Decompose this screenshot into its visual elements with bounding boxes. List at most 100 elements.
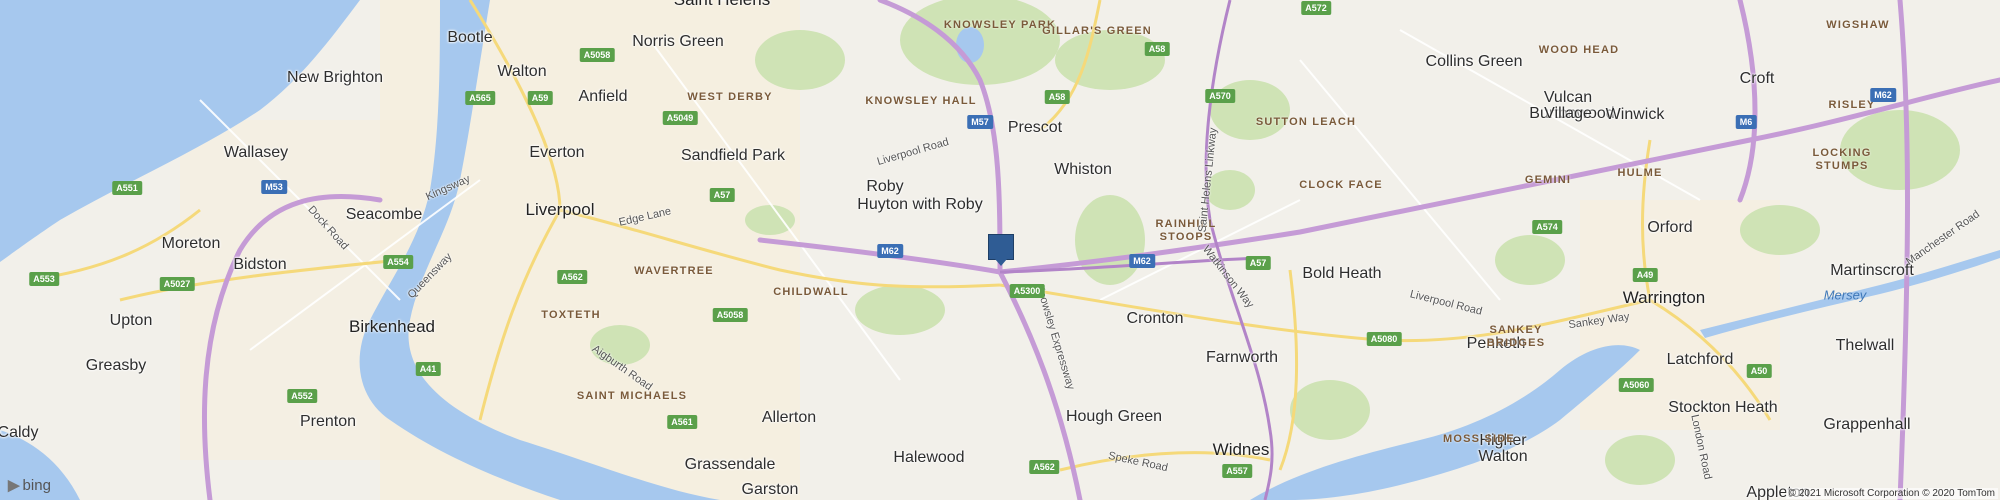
district-label: RISLEY xyxy=(1828,99,1876,111)
place-label: Winwick xyxy=(1605,106,1665,123)
road-shield: A551 xyxy=(112,181,142,195)
place-label: Cronton xyxy=(1126,310,1184,327)
road-shield: A50 xyxy=(1746,364,1772,378)
district-label: TOXTETH xyxy=(541,309,601,321)
road-shield: M62 xyxy=(1129,254,1155,268)
road-shield: A561 xyxy=(667,415,697,429)
road-shield: M6 xyxy=(1735,115,1757,129)
district-label: WOOD HEAD xyxy=(1538,44,1620,56)
place-label: Latchford xyxy=(1666,351,1734,368)
place-label: Croft xyxy=(1739,70,1775,87)
bing-logo: ▶ bing xyxy=(8,476,51,495)
road-shield: A49 xyxy=(1632,268,1658,282)
place-label: Upton xyxy=(109,312,153,329)
district-label: KNOWSLEY PARK xyxy=(943,19,1057,31)
road-shield: A59 xyxy=(527,91,553,105)
road-shield: A58 xyxy=(1044,90,1070,104)
road-shield: A565 xyxy=(465,91,495,105)
district-label: SANKEY xyxy=(1489,324,1543,336)
road-shield: A553 xyxy=(29,272,59,286)
place-label: Bidston xyxy=(233,256,287,273)
place-label: Prescot xyxy=(1007,119,1063,136)
water-label: Mersey xyxy=(1823,287,1867,303)
road-shield: A562 xyxy=(557,270,587,284)
road-shield: A562 xyxy=(1029,460,1059,474)
district-label: KNOWSLEY HALL xyxy=(865,95,977,107)
place-label: Saint Helens xyxy=(674,0,770,10)
road-shield: A570 xyxy=(1205,89,1235,103)
district-label: CHILDWALL xyxy=(773,286,849,298)
bing-logo-text: bing xyxy=(22,476,51,494)
place-label: Grappenhall xyxy=(1823,416,1911,433)
place-label: Liverpool xyxy=(525,200,595,219)
place-label: Whiston xyxy=(1054,161,1112,178)
road-shield: A57 xyxy=(709,188,735,202)
road-shield: A5300 xyxy=(1009,284,1045,298)
road-shield: A5060 xyxy=(1618,378,1654,392)
district-label: LOCKING xyxy=(1812,147,1872,159)
road-shield: M53 xyxy=(261,180,287,194)
place-label: Greasby xyxy=(85,357,147,374)
place-label: Farnworth xyxy=(1205,349,1279,366)
road-shield: A5058 xyxy=(579,48,615,62)
district-label: STOOPS xyxy=(1159,231,1213,243)
map-attribution: © 2021 Microsoft Corporation © 2020 TomT… xyxy=(1785,488,1998,499)
place-label: Thelwall xyxy=(1835,337,1895,354)
road-shield: M62 xyxy=(877,244,903,258)
place-label: Martinscroft xyxy=(1830,262,1914,279)
place-label: Village xyxy=(1544,105,1592,122)
place-label: Garston xyxy=(741,481,799,498)
place-label: Anfield xyxy=(578,88,628,105)
district-label: GEMINI xyxy=(1524,174,1572,186)
road-shield: M62 xyxy=(1870,88,1896,102)
road-shield: A554 xyxy=(383,255,413,269)
place-label: Stockton Heath xyxy=(1668,399,1778,416)
place-label: Roby xyxy=(866,178,904,195)
district-label: CLOCK FACE xyxy=(1299,179,1383,191)
road-shield: A557 xyxy=(1222,464,1252,478)
place-label: Warrington xyxy=(1622,288,1706,307)
place-label: Halewood xyxy=(893,449,965,466)
place-label: Sandfield Park xyxy=(680,147,786,164)
road-shield: A5027 xyxy=(159,277,195,291)
district-label: SAINT MICHAELS xyxy=(576,390,688,402)
road-shield: A5049 xyxy=(662,111,698,125)
road-shield: M57 xyxy=(967,115,993,129)
place-label: Birkenhead xyxy=(348,317,436,336)
place-label: Bold Heath xyxy=(1302,265,1382,282)
road-shield: A5058 xyxy=(712,308,748,322)
place-label: Hough Green xyxy=(1065,408,1163,425)
district-label: WEST DERBY xyxy=(687,91,773,103)
district-label: GILLAR'S GREEN xyxy=(1042,25,1152,37)
road-shield: A572 xyxy=(1301,1,1331,15)
road-shield: A57 xyxy=(1245,256,1271,270)
place-label: Seacombe xyxy=(345,206,423,223)
road-shield: A5080 xyxy=(1366,332,1402,346)
place-label: Norris Green xyxy=(632,33,724,50)
place-label: Walton xyxy=(1478,448,1528,465)
place-label: Widnes xyxy=(1212,440,1270,459)
place-label: Huyton with Roby xyxy=(857,196,983,213)
district-label: SUTTON LEACH xyxy=(1255,116,1357,128)
road-shield: A58 xyxy=(1144,42,1170,56)
location-pin-icon[interactable] xyxy=(988,234,1014,266)
map-canvas[interactable]: Walton Bootle Norris Green New Brighton Anfi… xyxy=(0,0,2000,500)
district-label: MOSS SIDE xyxy=(1443,433,1515,445)
road-shield: A574 xyxy=(1532,220,1562,234)
place-label: Collins Green xyxy=(1425,53,1523,70)
district-label: STUMPS xyxy=(1815,160,1869,172)
district-label: BRIDGES xyxy=(1486,337,1546,349)
bing-logo-icon: ▶ xyxy=(8,477,20,494)
district-label: WAVERTREE xyxy=(634,265,714,277)
place-label: Allerton xyxy=(761,409,817,426)
place-label: Caldy xyxy=(0,424,39,441)
place-label: Moreton xyxy=(161,235,221,252)
place-label: Prenton xyxy=(299,413,357,430)
road-shield: A552 xyxy=(287,389,317,403)
district-label: WIGSHAW xyxy=(1826,19,1890,31)
place-label: New Brighton xyxy=(286,69,384,86)
place-label: Wallasey xyxy=(223,144,289,161)
place-label: Bootle xyxy=(447,29,493,46)
place-label: Orford xyxy=(1647,219,1693,236)
road-shield: A41 xyxy=(415,362,441,376)
